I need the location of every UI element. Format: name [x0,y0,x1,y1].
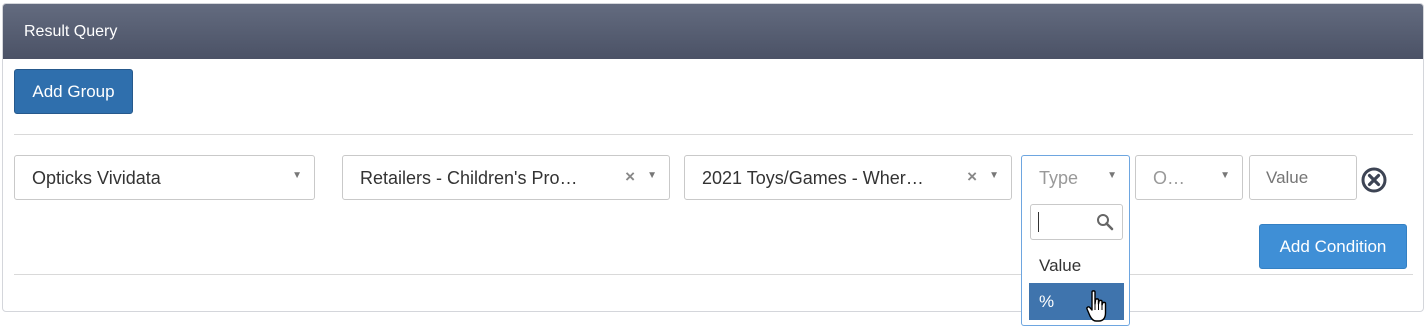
chevron-down-icon: ▼ [1107,170,1117,181]
chevron-down-icon: ▼ [647,170,657,181]
hand-cursor-icon [1086,290,1107,322]
panel-header: Result Query [3,4,1423,59]
add-group-button[interactable]: Add Group [14,69,133,114]
value-input[interactable] [1249,155,1357,200]
dropdown-option-value[interactable]: Value [1029,247,1124,284]
clear-icon[interactable]: × [625,167,635,187]
divider [14,134,1413,135]
question-select-value: 2021 Toys/Games - Wher… [702,168,924,188]
type-select-placeholder: Type [1039,168,1079,188]
clear-icon[interactable]: × [967,167,977,187]
category-select[interactable]: Retailers - Children's Pro… × ▼ [342,155,670,200]
type-select[interactable]: Type ▼ [1021,155,1130,200]
operator-select-placeholder: O… [1153,168,1186,188]
type-dropdown: Value % [1021,199,1130,326]
dropdown-search-input[interactable] [1030,204,1123,240]
category-select-value: Retailers - Children's Pro… [360,168,578,188]
source-select[interactable]: Opticks Vividata ▼ [14,155,315,200]
chevron-down-icon: ▼ [292,170,302,181]
remove-condition-icon[interactable] [1360,166,1388,194]
add-condition-button[interactable]: Add Condition [1259,224,1407,269]
text-caret [1038,212,1039,232]
chevron-down-icon: ▼ [989,170,999,181]
panel-title: Result Query [24,23,118,40]
search-icon [1097,214,1114,231]
divider [14,274,1413,275]
question-select[interactable]: 2021 Toys/Games - Wher… × ▼ [684,155,1012,200]
source-select-value: Opticks Vividata [32,168,161,188]
chevron-down-icon: ▼ [1220,170,1230,181]
operator-select[interactable]: O… ▼ [1135,155,1243,200]
